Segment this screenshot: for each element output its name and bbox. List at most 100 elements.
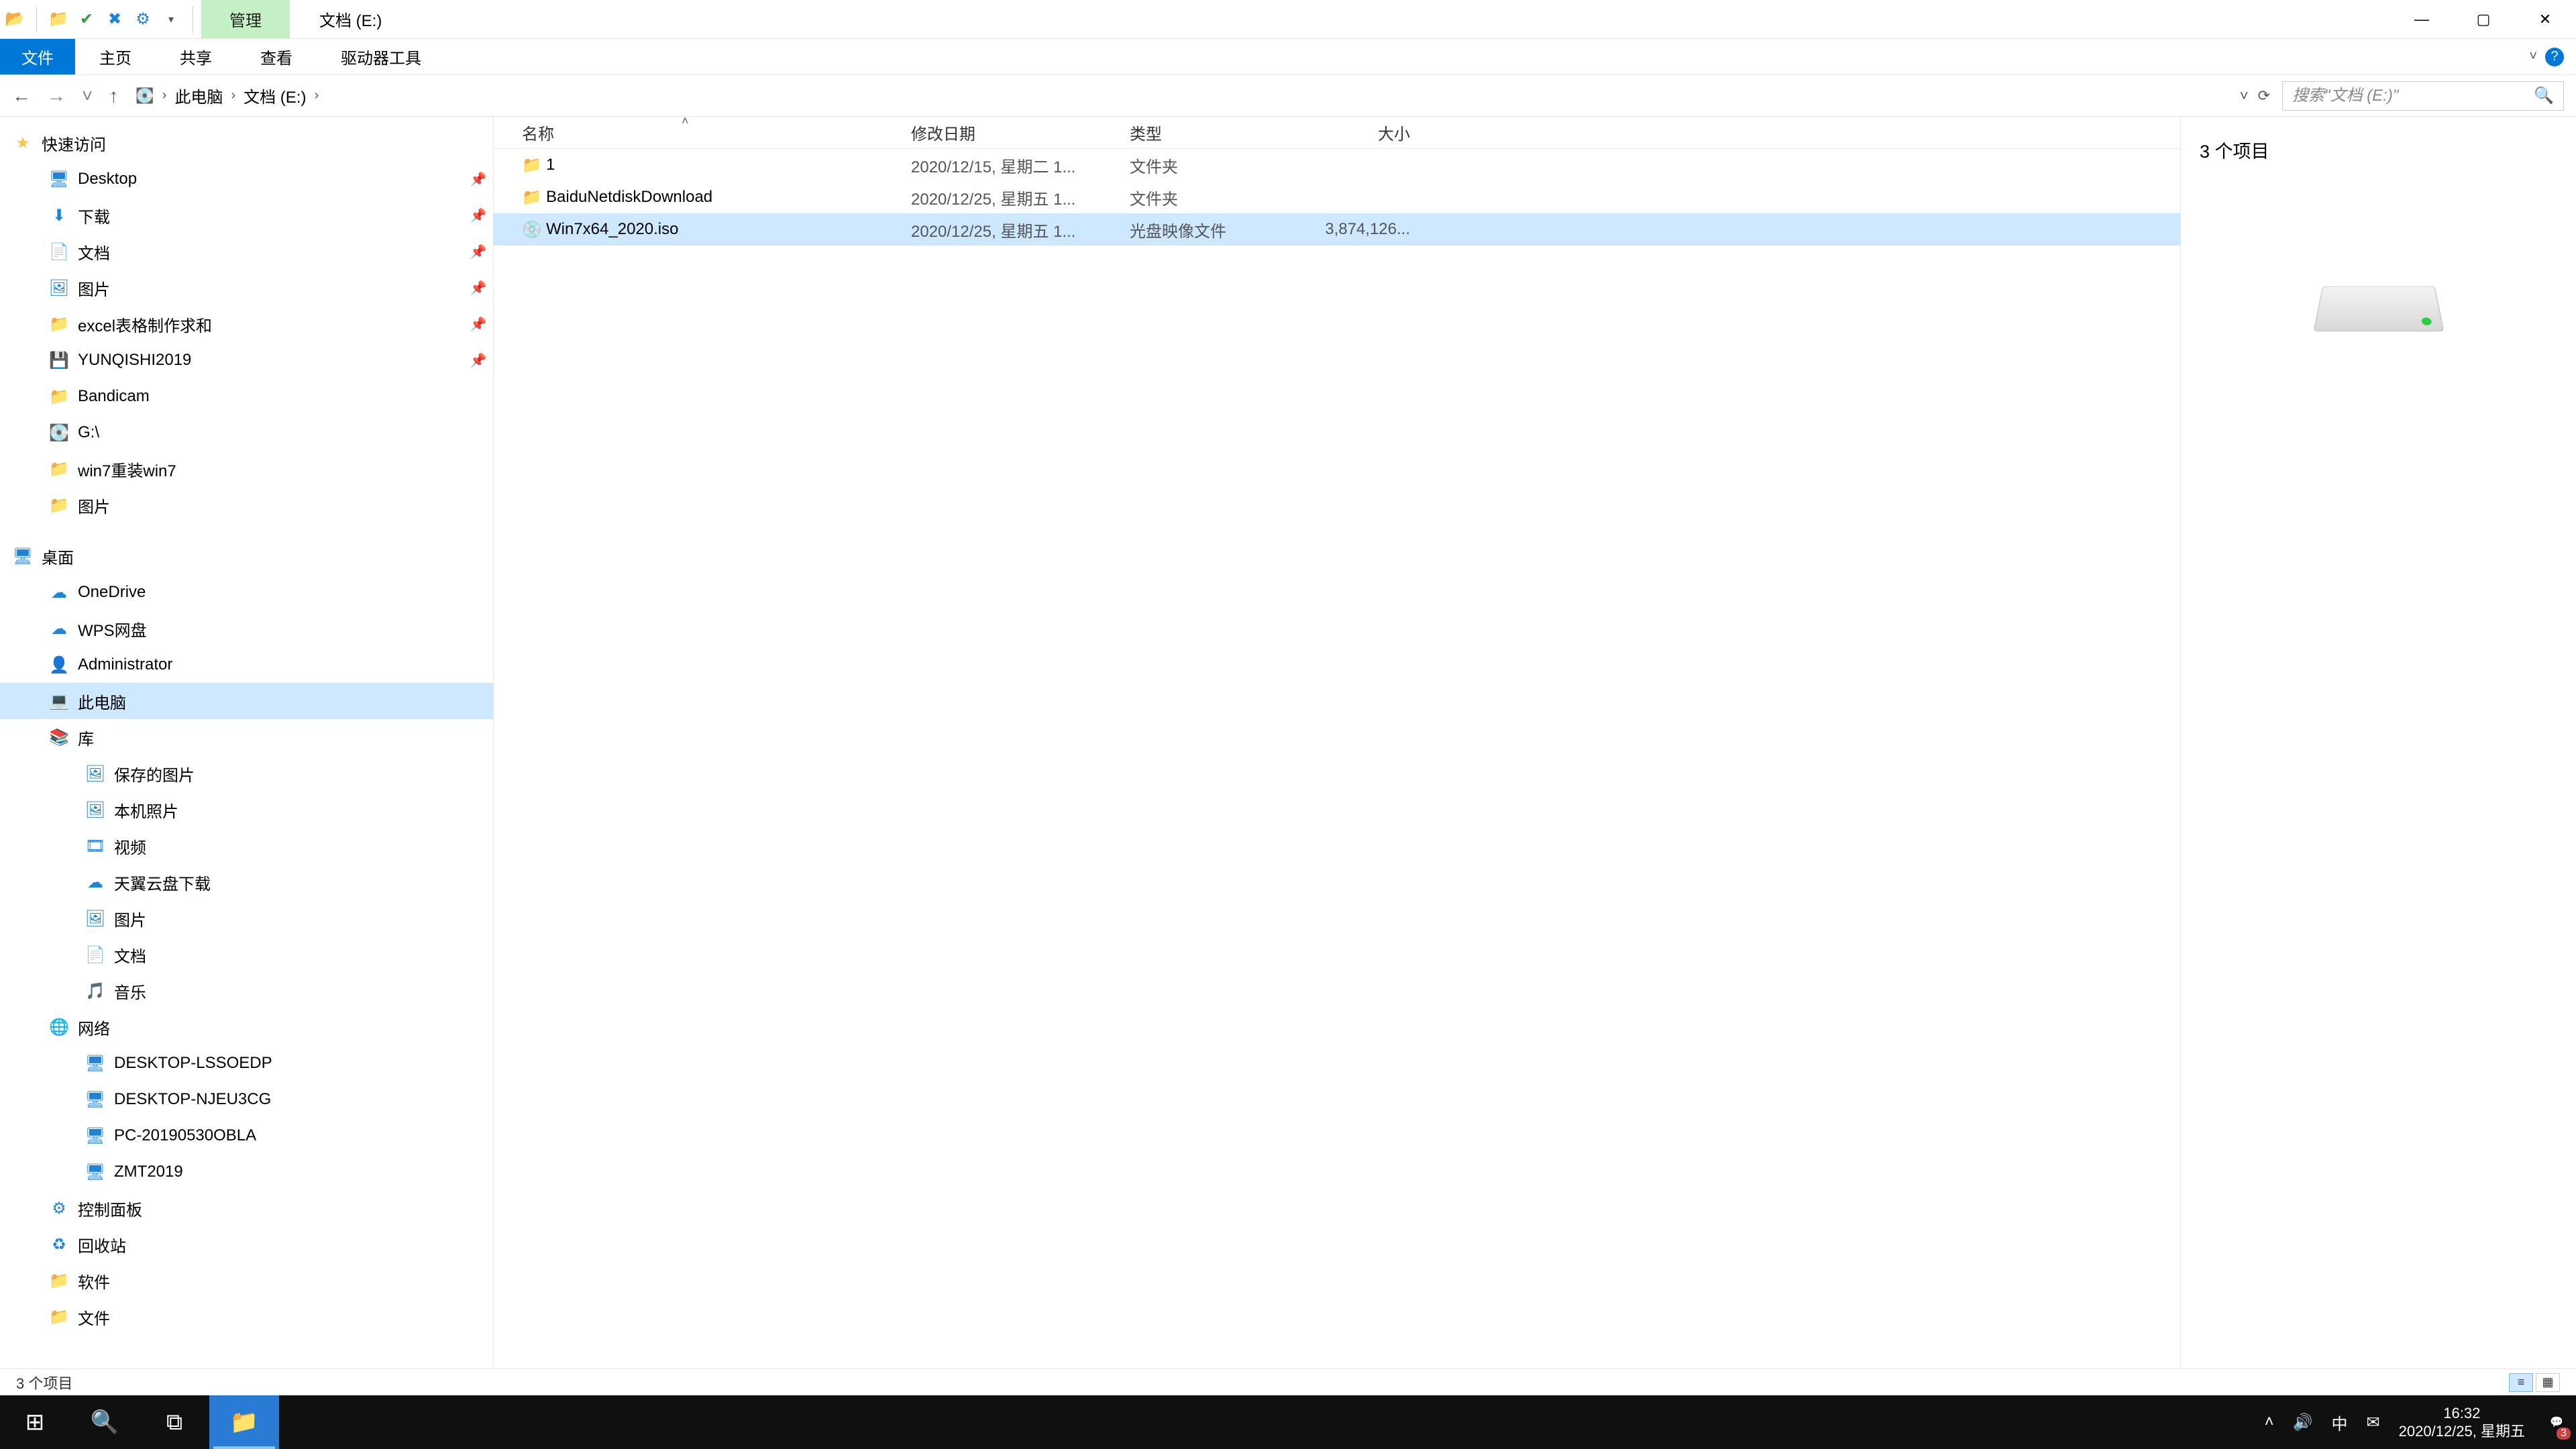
tree-quick-item[interactable]: 📁excel表格制作求和📌: [0, 306, 493, 342]
qat-dropdown-icon[interactable]: ▾: [162, 10, 180, 29]
breadcrumb[interactable]: 💽 › 此电脑 › 文档 (E:) ›: [136, 84, 2227, 107]
column-header-size[interactable]: 大小: [1309, 121, 1417, 144]
tree-item-icon: 🎞: [85, 837, 106, 856]
tree-desktop[interactable]: 🖥桌面: [0, 538, 493, 574]
qat-delete-icon[interactable]: ✖: [105, 10, 124, 29]
chevron-right-icon[interactable]: ›: [314, 88, 319, 103]
maximize-button[interactable]: ▢: [2453, 0, 2514, 38]
ribbon-expand-icon[interactable]: ˅: [2529, 49, 2537, 64]
qat-settings-icon[interactable]: ⚙: [133, 10, 152, 29]
tree-desktop-item[interactable]: 📚库: [0, 719, 493, 755]
ribbon-tab-drivetools[interactable]: 驱动器工具: [317, 39, 445, 74]
tree-quick-item[interactable]: 📄文档📌: [0, 233, 493, 270]
tree-library-item[interactable]: 🖼图片: [0, 900, 493, 936]
column-header-name[interactable]: 名称: [522, 121, 911, 144]
tree-desktop-item[interactable]: ☁OneDrive: [0, 574, 493, 610]
breadcrumb-segment[interactable]: 此电脑: [174, 84, 223, 107]
up-button[interactable]: ↑: [109, 85, 118, 107]
ribbon-tab-share[interactable]: 共享: [156, 39, 236, 74]
ribbon-tabs: 文件 主页 共享 查看 驱动器工具 ˅ ?: [0, 39, 2576, 75]
close-button[interactable]: ✕: [2514, 0, 2576, 38]
thumbnails-view-button[interactable]: ▦: [2536, 1373, 2560, 1392]
chevron-right-icon[interactable]: ›: [162, 88, 167, 103]
taskbar-start-button[interactable]: ⊞: [0, 1395, 70, 1449]
qat-properties-icon[interactable]: 📁: [49, 10, 68, 29]
tree-network-item[interactable]: 🖥ZMT2019: [0, 1154, 493, 1190]
column-headers[interactable]: ˄ 名称 修改日期 类型 大小: [494, 117, 2180, 149]
tree-quick-item[interactable]: 💽G:\: [0, 415, 493, 451]
tree-quick-item[interactable]: 📁win7重装win7: [0, 451, 493, 487]
volume-icon[interactable]: 🔊: [2293, 1413, 2313, 1432]
tree-extra-item[interactable]: ⚙控制面板: [0, 1190, 493, 1226]
help-icon[interactable]: ?: [2545, 48, 2564, 66]
ribbon-tab-home[interactable]: 主页: [75, 39, 156, 74]
tree-network-item[interactable]: 🖥DESKTOP-NJEU3CG: [0, 1081, 493, 1118]
minimize-button[interactable]: —: [2391, 0, 2453, 38]
search-box[interactable]: 🔍: [2282, 81, 2564, 111]
tree-item-label: WPS网盘: [78, 617, 493, 641]
taskbar-search-button[interactable]: 🔍: [70, 1395, 140, 1449]
tree-item-label: 软件: [78, 1269, 493, 1293]
tree-quick-item[interactable]: 💾YUNQISHI2019📌: [0, 342, 493, 378]
ribbon-tab-file[interactable]: 文件: [0, 39, 75, 74]
column-header-type[interactable]: 类型: [1130, 121, 1309, 144]
tree-extra-item[interactable]: 📁文件: [0, 1299, 493, 1335]
tree-item-icon: 💾: [48, 351, 70, 370]
tree-extra-item[interactable]: ♻回收站: [0, 1226, 493, 1263]
breadcrumb-segment[interactable]: 文档 (E:): [244, 84, 306, 107]
tree-quick-item[interactable]: 📁Bandicam: [0, 378, 493, 415]
tree-extra-item[interactable]: 📁软件: [0, 1263, 493, 1299]
file-icon: 📁: [522, 188, 546, 207]
file-row[interactable]: 💿Win7x64_2020.iso2020/12/25, 星期五 1...光盘映…: [494, 213, 2180, 246]
ribbon-context-tab-manage[interactable]: 管理: [201, 0, 290, 38]
tree-item-label: PC-20190530OBLA: [114, 1126, 493, 1145]
tree-item-label: 图片: [114, 907, 493, 930]
recent-locations-icon[interactable]: ˅: [82, 85, 93, 107]
tray-overflow-icon[interactable]: ˄: [2265, 1413, 2274, 1432]
action-center-icon[interactable]: 💬 3: [2537, 1395, 2576, 1449]
file-row[interactable]: 📁12020/12/15, 星期二 1...文件夹: [494, 149, 2180, 181]
tree-library-item[interactable]: 🎞视频: [0, 828, 493, 864]
tree-quick-item[interactable]: ⬇下载📌: [0, 197, 493, 233]
forward-button[interactable]: →: [47, 85, 66, 107]
tree-item-icon: 📁: [48, 1307, 70, 1327]
tree-quick-item[interactable]: 🖼图片📌: [0, 270, 493, 306]
tree-item-icon: 🖥: [85, 1126, 106, 1146]
tree-network[interactable]: 🌐网络: [0, 1009, 493, 1045]
taskbar-explorer-button[interactable]: 📁: [209, 1395, 279, 1449]
tree-network-item[interactable]: 🖥DESKTOP-LSSOEDP: [0, 1045, 493, 1081]
details-view-button[interactable]: ≡: [2509, 1373, 2533, 1392]
tree-library-item[interactable]: ☁天翼云盘下载: [0, 864, 493, 900]
column-header-date[interactable]: 修改日期: [911, 121, 1130, 144]
taskbar-clock[interactable]: 16:32 2020/12/25, 星期五: [2387, 1404, 2537, 1441]
file-type: 文件夹: [1130, 154, 1309, 177]
ribbon-tab-view[interactable]: 查看: [236, 39, 317, 74]
qat-separator: [36, 6, 37, 33]
qat-check-icon[interactable]: ✔: [77, 10, 96, 29]
tree-library-item[interactable]: 📄文档: [0, 936, 493, 973]
file-row[interactable]: 📁BaiduNetdiskDownload2020/12/25, 星期五 1..…: [494, 181, 2180, 213]
back-button[interactable]: ←: [12, 85, 31, 107]
file-rows[interactable]: 📁12020/12/15, 星期二 1...文件夹📁BaiduNetdiskDo…: [494, 149, 2180, 1368]
tree-library-item[interactable]: 🖼保存的图片: [0, 755, 493, 792]
tree-quick-item[interactable]: 📁图片: [0, 487, 493, 523]
app-icon[interactable]: 📂: [5, 10, 24, 29]
tree-library-item[interactable]: 🖼本机照片: [0, 792, 493, 828]
tree-network-item[interactable]: 🖥 PC-20190530OBLA: [0, 1118, 493, 1154]
ime-indicator[interactable]: 中: [2332, 1411, 2348, 1434]
tree-quick-item[interactable]: 🖥Desktop📌: [0, 161, 493, 197]
navigation-pane[interactable]: ★快速访问🖥Desktop📌⬇下载📌📄文档📌🖼图片📌📁excel表格制作求和📌💾…: [0, 117, 494, 1368]
tree-desktop-item[interactable]: 👤Administrator: [0, 647, 493, 683]
tree-library-item[interactable]: 🎵音乐: [0, 973, 493, 1009]
search-icon[interactable]: 🔍: [2534, 86, 2554, 105]
taskbar-taskview-button[interactable]: ⧉: [140, 1395, 209, 1449]
mail-icon[interactable]: ✉: [2367, 1413, 2380, 1432]
search-input[interactable]: [2292, 87, 2527, 105]
chevron-right-icon[interactable]: ›: [231, 88, 235, 103]
address-dropdown-icon[interactable]: ˅: [2240, 87, 2249, 105]
refresh-icon[interactable]: ⟳: [2258, 87, 2270, 105]
tree-quick-access[interactable]: ★快速访问: [0, 125, 493, 161]
tree-item-label: 保存的图片: [114, 762, 493, 786]
tree-desktop-item[interactable]: 💻此电脑: [0, 683, 493, 719]
tree-desktop-item[interactable]: ☁WPS网盘: [0, 610, 493, 647]
